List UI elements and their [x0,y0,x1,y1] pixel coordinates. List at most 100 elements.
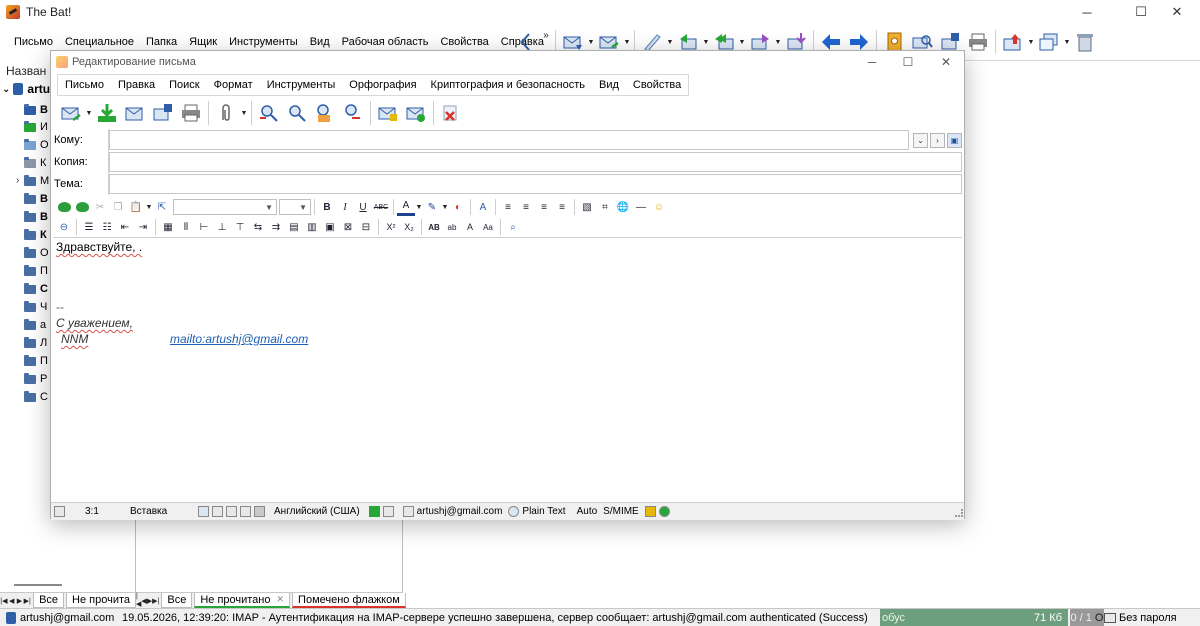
font-color-dropdown[interactable]: ▼ [415,198,423,216]
folder-item[interactable]: О [24,244,49,262]
source-view-icon[interactable]: ⊖ [55,218,73,236]
indent-icon[interactable]: ⇥ [134,218,152,236]
folder-item[interactable]: И [24,118,48,136]
compose-menu-view[interactable]: Вид [592,75,626,95]
reformat-icon[interactable] [240,506,251,517]
font-size-select[interactable]: ▼ [279,199,311,215]
outdent-icon[interactable]: ⇤ [116,218,134,236]
horizontal-line-icon[interactable]: — [632,198,650,216]
chevron-right-icon[interactable]: › [16,175,19,186]
delete-column-icon[interactable]: ⊤ [231,218,249,236]
folder-item[interactable]: О [24,136,49,154]
folder-item[interactable]: а [24,316,46,334]
compose-minimize-button[interactable]: ─ [853,51,891,73]
align-right-icon[interactable]: ≡ [535,198,553,216]
smiley-icon[interactable]: ☺ [650,198,668,216]
compose-menu-edit[interactable]: Правка [111,75,162,95]
highlight-dropdown[interactable]: ▼ [441,198,449,216]
folder-column-header[interactable]: Назван [6,64,46,78]
folder-item[interactable]: С [24,388,48,406]
folder-item[interactable]: Р [24,370,47,388]
compose-menu-properties[interactable]: Свойства [626,75,688,95]
sign-icon[interactable] [402,99,430,127]
tab-unread[interactable]: Не прочита [66,593,137,608]
folder-item[interactable]: В [24,208,48,226]
save-draft-icon[interactable] [121,99,149,127]
move-folder-icon[interactable] [999,28,1027,56]
compose-close-button[interactable]: ✕ [927,51,965,73]
italic-icon[interactable]: I [336,198,354,216]
lock-icon[interactable] [644,506,656,517]
folder-item[interactable]: В [24,101,48,119]
tab-flagged[interactable]: Помечено флажком [292,593,406,608]
crop-icon[interactable]: ⌗ [596,198,614,216]
copy-icon[interactable]: ❐ [109,198,127,216]
strikethrough-icon[interactable]: ABC [372,198,390,216]
split-cells-icon[interactable]: ⇉ [267,218,285,236]
expand-headers-icon[interactable]: ⌄ [913,132,928,148]
uppercase-icon[interactable]: AB [425,218,443,236]
numbered-list-icon[interactable]: ☷ [98,218,116,236]
paste-dropdown[interactable]: ▼ [145,198,153,216]
copy-folder-icon[interactable] [1035,28,1063,56]
folder-item[interactable]: Ч [24,298,47,316]
lowercase-icon[interactable]: ab [443,218,461,236]
first-page-icon[interactable]: |◀ [0,594,8,608]
cc-input[interactable] [109,152,962,172]
insert-table-icon[interactable]: ▦ [159,218,177,236]
paste-special-icon[interactable]: ⇱ [153,198,171,216]
undo-icon[interactable] [55,198,73,216]
folder-item[interactable]: П [24,352,48,370]
clear-format-icon[interactable]: ◐ [449,198,467,216]
folder-item[interactable]: Л [24,334,47,352]
compose-menu-spelling[interactable]: Орфография [342,75,423,95]
cell-props-icon[interactable]: ▥ [303,218,321,236]
tab-all[interactable]: Все [161,593,193,608]
insert-image-icon[interactable]: ▧ [578,198,596,216]
folder-item[interactable]: С [24,280,48,298]
encrypt-icon[interactable] [374,99,402,127]
compose-menu-search[interactable]: Поиск [162,75,206,95]
insert-column-icon[interactable]: ⫴ [177,218,195,236]
table-props-icon[interactable]: ▤ [285,218,303,236]
chevron-down-icon[interactable]: ⌄ [2,84,10,95]
bullet-list-icon[interactable]: ☰ [80,218,98,236]
table-fit-icon[interactable]: ⊠ [339,218,357,236]
quote-icon[interactable] [212,506,223,517]
message-format[interactable]: Plain Text [505,503,568,521]
wrap-icon[interactable] [198,506,209,517]
next-page-icon[interactable]: ▶ [16,594,24,608]
queue-icon[interactable] [93,99,121,127]
to-input[interactable] [109,130,909,150]
compose-menu-crypto[interactable]: Криптография и безопасность [424,75,592,95]
save-icon[interactable] [149,99,177,127]
print-icon[interactable] [964,28,992,56]
insert-row-icon[interactable]: ⊢ [195,218,213,236]
address-book-icon[interactable]: ▣ [947,132,962,148]
chevron-right-icon[interactable]: › [930,132,945,148]
font-family-select[interactable]: ▼ [173,199,277,215]
underline-icon[interactable]: U [354,198,372,216]
bold-icon[interactable]: B [318,198,336,216]
redo-icon[interactable] [73,198,91,216]
send-now-dropdown[interactable]: ▼ [85,99,93,127]
find-icon[interactable] [255,99,283,127]
font-color-icon[interactable]: A [397,198,415,216]
signature-email-link[interactable]: mailto:artushj@gmail.com [170,332,308,346]
folder-item[interactable]: М [24,172,49,190]
spell-language[interactable]: Английский (США) [271,503,363,521]
merge-cells-icon[interactable]: ⇆ [249,218,267,236]
replace-icon[interactable] [311,99,339,127]
folder-item[interactable]: П [24,262,48,280]
compose-menu-letter[interactable]: Письмо [58,75,111,95]
close-tab-icon[interactable]: ✕ [277,594,285,605]
subject-input[interactable] [109,174,962,194]
align-left-icon[interactable]: ≡ [499,198,517,216]
align-center-icon[interactable]: ≡ [517,198,535,216]
compose-maximize-button[interactable]: ☐ [889,51,927,73]
trash-icon[interactable] [1071,28,1099,56]
superscript-icon[interactable]: X² [382,218,400,236]
insert-link-icon[interactable]: 🌐 [614,198,632,216]
find-replace-icon[interactable] [339,99,367,127]
table-borders-icon[interactable]: ▣ [321,218,339,236]
